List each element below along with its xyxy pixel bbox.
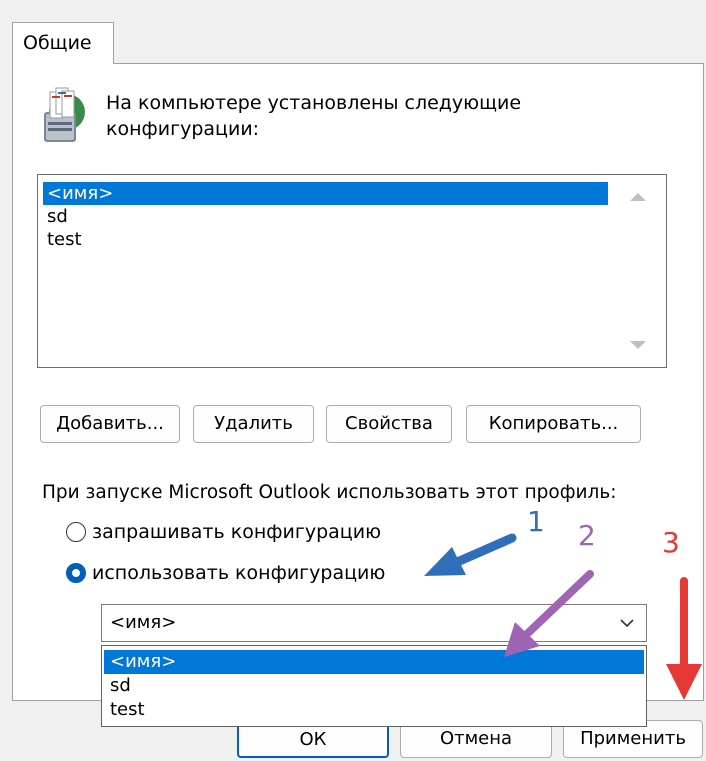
dropdown-option[interactable]: <имя> [104,650,644,674]
dropdown-option[interactable]: test [104,698,644,722]
scroll-down-arrow-icon[interactable] [630,341,646,349]
add-profile-button[interactable]: Добавить... [40,405,180,443]
profile-combobox[interactable]: <имя> [101,604,647,642]
annotation-label-3: 3 [662,526,680,559]
profile-dropdown-list[interactable]: <имя> sd test [101,645,647,727]
listbox-scrollbar[interactable] [612,175,666,367]
profiles-listbox[interactable]: <имя> sd test [37,174,667,368]
combo-value: <имя> [110,612,177,633]
list-item[interactable]: <имя> [43,182,608,205]
startup-profile-label: При запуске Microsoft Outlook использова… [42,482,617,503]
list-item[interactable]: sd [43,205,68,228]
remove-profile-button[interactable]: Удалить [193,405,314,443]
scroll-up-arrow-icon[interactable] [630,193,646,201]
prompt-profile-radio[interactable] [66,522,86,542]
prompt-profile-label[interactable]: запрашивать конфигурацию [92,519,381,545]
annotation-label-2: 2 [578,519,596,552]
mail-profile-icon [44,87,85,142]
dropdown-option[interactable]: sd [104,674,644,698]
list-item[interactable]: test [43,228,82,251]
outlook-profiles-dialog: Общие На компьютере установлены следующи… [0,0,706,761]
tab-general[interactable]: Общие [12,22,114,64]
properties-button[interactable]: Свойства [326,405,452,443]
use-profile-radio[interactable] [66,563,86,583]
chevron-down-icon[interactable] [618,614,636,632]
profiles-heading: На компьютере установлены следующие конф… [106,92,522,140]
use-profile-label[interactable]: использовать конфигурацию [92,560,385,586]
copy-profile-button[interactable]: Копировать... [466,405,641,443]
tab-general-label: Общие [23,32,92,54]
annotation-label-1: 1 [527,505,545,538]
